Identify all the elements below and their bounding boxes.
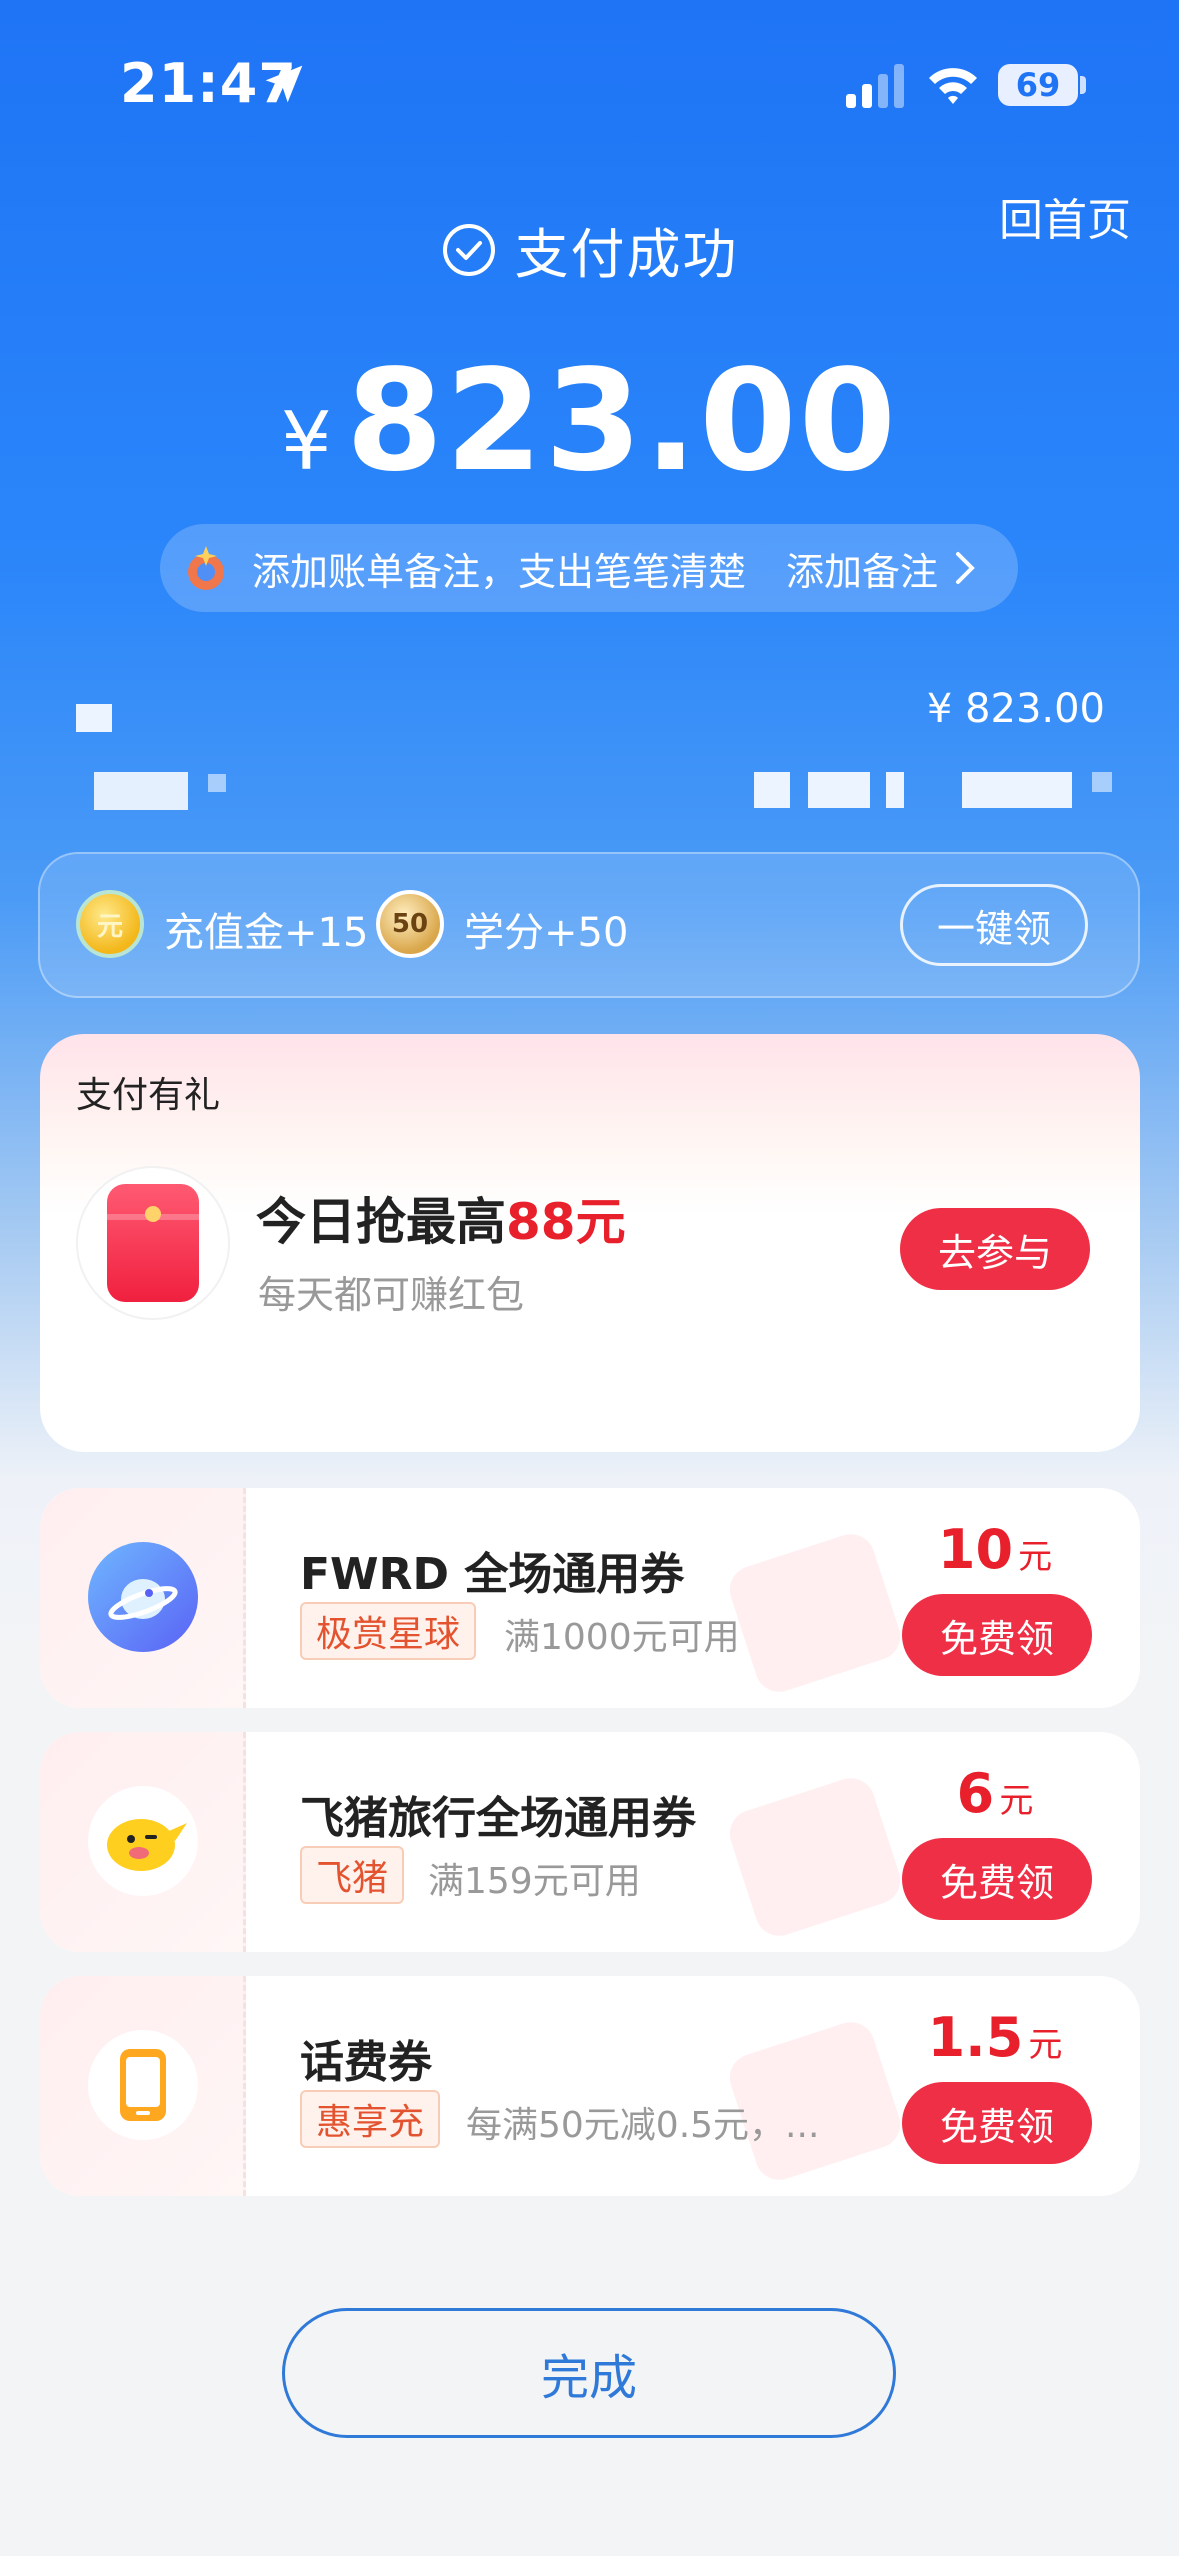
payment-amount: ¥ 823.00 <box>0 340 1179 503</box>
redacted-account <box>754 772 790 808</box>
gift-section-title: 支付有礼 <box>76 1075 221 1116</box>
battery-indicator: 69 <box>998 64 1078 106</box>
coupon-value: 1.5 元 <box>900 2006 1090 2069</box>
coupon-title: 话费券 <box>300 2037 432 2088</box>
gift-headline: 今日抢最高88元 <box>256 1182 626 1254</box>
coupon-value-unit: 元 <box>999 1781 1034 1821</box>
join-button[interactable]: 去参与 <box>900 1208 1090 1290</box>
claim-all-button[interactable]: 一键领 <box>900 884 1088 966</box>
redacted-account <box>886 772 904 808</box>
amount-value: 823.00 <box>345 340 899 503</box>
currency-symbol: ¥ <box>280 395 332 488</box>
recharge-coin-icon: 元 <box>76 890 144 958</box>
gift-subtitle: 每天都可赚红包 <box>258 1273 525 1317</box>
note-badge-icon <box>188 546 224 590</box>
signal-icon <box>846 64 904 108</box>
planet-icon <box>88 1542 198 1652</box>
gift-headline-prefix: 今日抢最高 <box>256 1193 506 1251</box>
coupon-tag: 飞猪 <box>300 1846 405 1904</box>
coupon-watermark <box>723 1772 907 1942</box>
done-button[interactable]: 完成 <box>282 2308 896 2438</box>
fliggy-icon <box>88 1786 198 1896</box>
payment-status-text: 支付成功 <box>514 223 739 286</box>
coupon-value-unit: 元 <box>1018 1537 1053 1577</box>
coupon-watermark <box>723 1528 907 1698</box>
phone-icon <box>88 2030 198 2140</box>
coupon-tag: 极赏星球 <box>300 1602 477 1660</box>
redacted-account <box>962 772 1072 808</box>
coupon-value-number: 10 <box>937 1518 1014 1581</box>
coupon-title: 飞猪旅行全场通用券 <box>300 1793 696 1844</box>
claim-coupon-button[interactable]: 免费领 <box>902 1594 1092 1676</box>
payment-status: 支付成功 <box>0 210 1179 289</box>
claim-coupon-button[interactable]: 免费领 <box>902 2082 1092 2164</box>
redacted-pixel <box>1092 772 1112 792</box>
redacted-pixel <box>208 774 226 792</box>
recharge-reward-label: 充值金+15 <box>164 910 369 956</box>
coupon-condition: 满159元可用 <box>428 1861 641 1902</box>
coupon-condition: 每满50元减0.5元，... <box>466 2105 820 2146</box>
chevron-right-icon <box>956 552 975 584</box>
coupon-card: 话费券 惠享充 每满50元减0.5元，... 1.5 元 免费领 <box>40 1976 1140 2196</box>
red-envelope-shape <box>107 1184 199 1302</box>
coupon-tag: 惠享充 <box>300 2090 441 2148</box>
redacted-merchant-icon <box>76 704 112 732</box>
coupon-value-number: 6 <box>956 1762 995 1825</box>
wifi-icon <box>929 68 977 104</box>
coupon-value-number: 1.5 <box>927 2006 1024 2069</box>
check-circle-icon <box>442 223 495 276</box>
claim-coupon-button[interactable]: 免费领 <box>902 1838 1092 1920</box>
coupon-card: 飞猪旅行全场通用券 飞猪 满159元可用 6 元 免费领 <box>40 1732 1140 1952</box>
study-points-coin-icon: 50 <box>376 890 444 958</box>
gift-headline-amount: 88元 <box>506 1193 626 1251</box>
redacted-account <box>808 772 870 808</box>
coupon-value-unit: 元 <box>1028 2025 1063 2065</box>
coupon-value: 10 元 <box>900 1518 1090 1581</box>
merchant-amount: ¥ 823.00 <box>926 686 1105 732</box>
coupon-condition: 满1000元可用 <box>504 1617 740 1658</box>
bill-note-banner[interactable]: 添加账单备注，支出笔笔清楚 添加备注 <box>160 524 1018 612</box>
location-arrow-icon <box>265 65 303 103</box>
coupon-card: FWRD 全场通用券 极赏星球 满1000元可用 10 元 免费领 <box>40 1488 1140 1708</box>
redacted-merchant-name <box>94 772 188 810</box>
battery-nub <box>1080 76 1086 94</box>
red-packet-icon <box>76 1166 230 1320</box>
study-points-label: 学分+50 <box>464 910 629 956</box>
bill-note-text: 添加账单备注，支出笔笔清楚 <box>252 549 747 594</box>
coupon-title: FWRD 全场通用券 <box>300 1549 685 1600</box>
coupon-value: 6 元 <box>900 1762 1090 1825</box>
add-note-button[interactable]: 添加备注 <box>786 541 938 596</box>
